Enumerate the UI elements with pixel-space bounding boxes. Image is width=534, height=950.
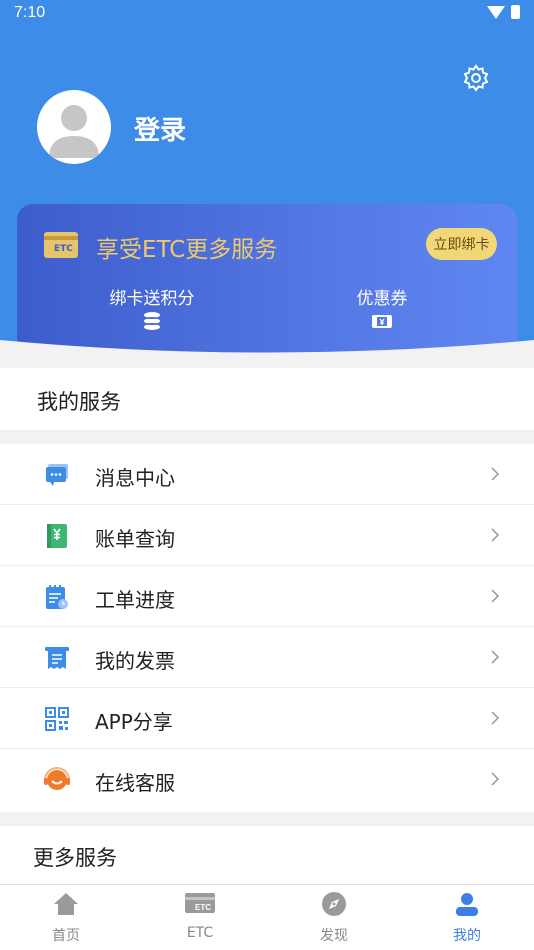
invoice-icon xyxy=(44,645,70,671)
tab-label: 我的 xyxy=(453,928,481,944)
customer-service-icon xyxy=(44,767,70,793)
list-item-bill-query[interactable]: 账单查询 xyxy=(0,505,534,566)
chevron-right-icon xyxy=(490,527,500,543)
tab-label: ETC xyxy=(186,925,214,941)
list-item-online-service[interactable]: 在线客服 xyxy=(0,749,534,810)
wifi-icon xyxy=(487,5,505,19)
header-curve xyxy=(0,340,534,370)
chevron-right-icon xyxy=(490,710,500,726)
my-services-header: 我的服务 xyxy=(0,368,534,430)
tab-label: 发现 xyxy=(320,928,348,944)
etc-card-icon: ETC xyxy=(44,232,78,258)
more-services-title: 更多服务 xyxy=(33,846,117,870)
more-services-header: 更多服务 xyxy=(0,826,534,884)
list-item-label: 工单进度 xyxy=(95,588,175,612)
bill-icon xyxy=(44,523,70,549)
login-link[interactable]: 登录 xyxy=(134,110,186,147)
message-icon xyxy=(44,462,70,488)
tab-mine[interactable]: 我的 xyxy=(417,885,517,950)
list-item-label: 在线客服 xyxy=(95,771,175,795)
list-item-label: 消息中心 xyxy=(95,466,175,490)
my-services-title: 我的服务 xyxy=(37,390,121,414)
profile-header: 7:10 登录 ETC 享受ETC更多服务 立即绑卡 绑卡送积分 优惠券 xyxy=(0,0,534,370)
bind-card-button[interactable]: 立即绑卡 xyxy=(426,228,497,260)
list-item-my-invoice[interactable]: 我的发票 xyxy=(0,627,534,688)
tab-home[interactable]: 首页 xyxy=(16,885,116,950)
work-order-icon xyxy=(44,584,70,610)
battery-icon xyxy=(511,5,520,19)
list-item-label: APP分享 xyxy=(95,710,173,734)
coins-icon xyxy=(141,311,163,331)
etc-promo-text: 享受ETC更多服务 xyxy=(96,237,278,263)
avatar[interactable] xyxy=(37,90,111,164)
list-item-message-center[interactable]: 消息中心 xyxy=(0,444,534,505)
status-bar: 7:10 xyxy=(0,0,534,28)
qr-code-icon xyxy=(44,706,70,732)
list-item-app-share[interactable]: APP分享 xyxy=(0,688,534,749)
settings-gear-icon[interactable] xyxy=(458,60,494,96)
list-item-work-order[interactable]: 工单进度 xyxy=(0,566,534,627)
chevron-right-icon xyxy=(490,649,500,665)
coupon-label[interactable]: 优惠券 xyxy=(344,284,420,309)
bind-points-label[interactable]: 绑卡送积分 xyxy=(107,284,197,309)
status-time: 7:10 xyxy=(14,4,46,21)
chevron-right-icon xyxy=(490,466,500,482)
coupon-icon xyxy=(371,311,393,331)
user-icon xyxy=(454,891,480,917)
list-item-label: 账单查询 xyxy=(95,527,175,551)
tab-label: 首页 xyxy=(52,928,80,944)
tab-discover[interactable]: 发现 xyxy=(284,885,384,950)
svg-text:ETC: ETC xyxy=(195,903,211,912)
compass-icon xyxy=(321,891,347,917)
home-icon xyxy=(53,891,79,917)
tab-etc[interactable]: ETC ETC xyxy=(150,885,250,950)
chevron-right-icon xyxy=(490,771,500,787)
my-services-list: 消息中心 账单查询 工单进度 我的发票 APP分享 在线客服 xyxy=(0,444,534,812)
bottom-tab-bar: 首页 ETC ETC 发现 我的 xyxy=(0,884,534,950)
etc-card-icon: ETC xyxy=(184,891,216,917)
chevron-right-icon xyxy=(490,588,500,604)
list-item-label: 我的发票 xyxy=(95,649,175,673)
